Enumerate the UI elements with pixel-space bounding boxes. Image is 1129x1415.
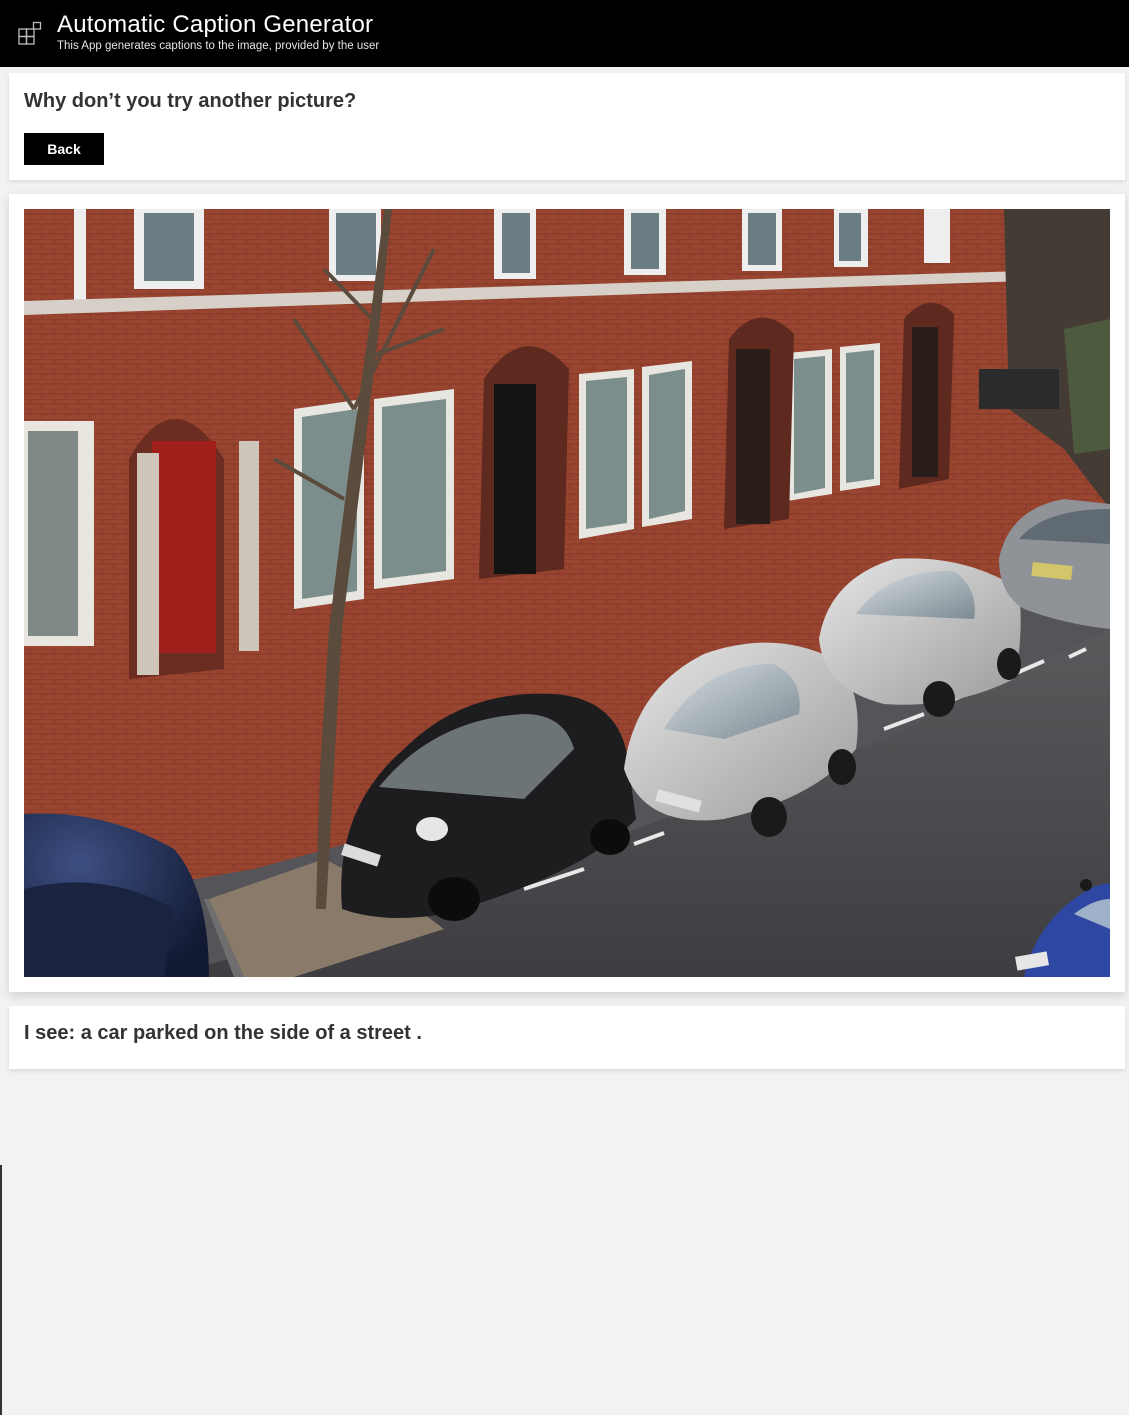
image-card	[9, 194, 1125, 992]
caption-card: I see: a car parked on the side of a str…	[9, 1006, 1125, 1069]
back-button[interactable]: Back	[24, 133, 104, 165]
app-header: Automatic Caption Generator This App gen…	[0, 0, 1129, 67]
dashboard-icon	[18, 21, 42, 45]
prompt-card: Why don’t you try another picture? Back	[9, 73, 1125, 180]
app-subtitle: This App generates captions to the image…	[57, 40, 380, 52]
uploaded-photo	[24, 209, 1110, 977]
window-edge	[0, 1165, 2, 1415]
prompt-heading: Why don’t you try another picture?	[24, 90, 357, 112]
app-title: Automatic Caption Generator	[57, 11, 374, 38]
generated-caption: I see: a car parked on the side of a str…	[24, 1022, 422, 1044]
